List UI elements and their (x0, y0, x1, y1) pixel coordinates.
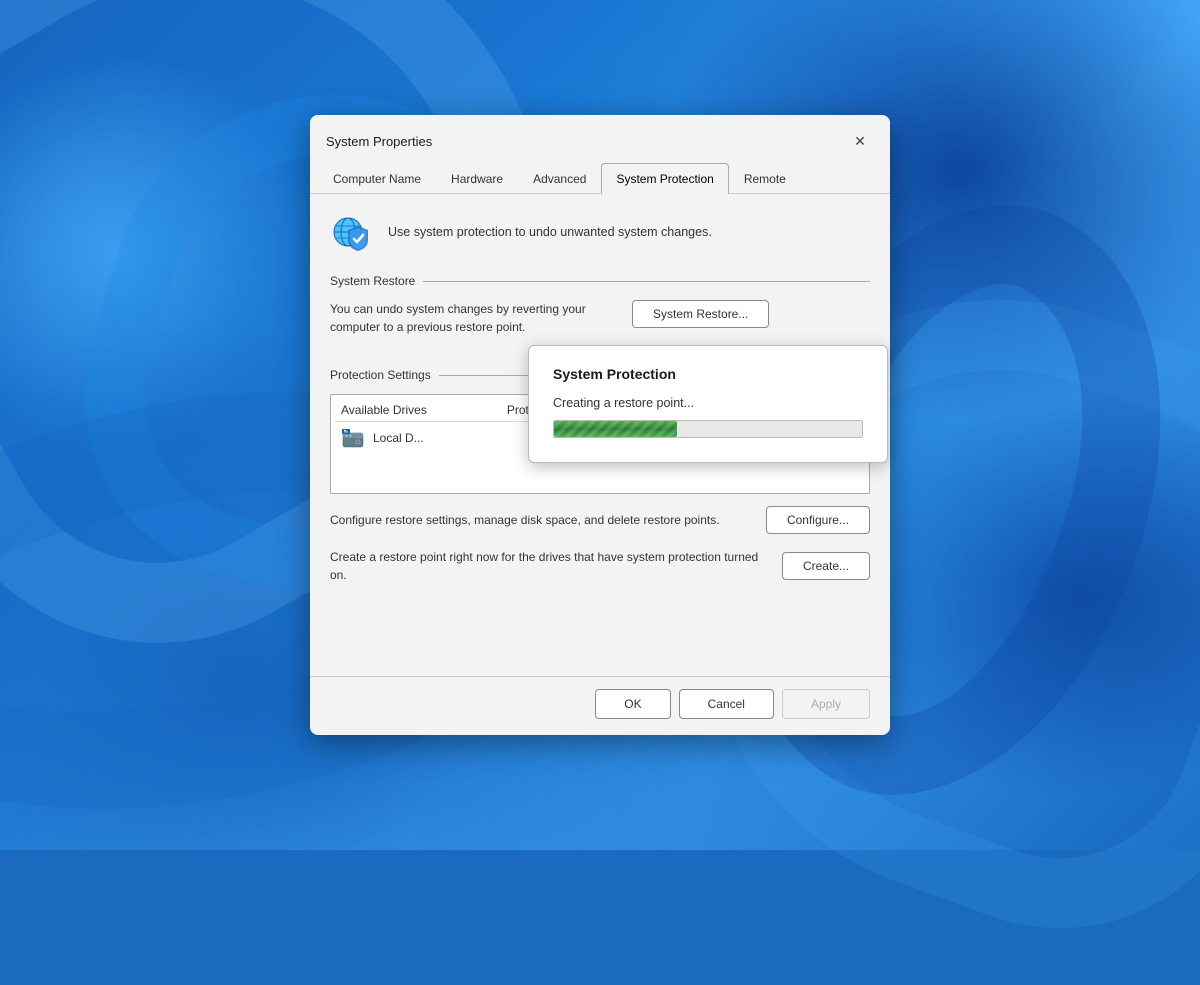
protection-settings-label: Protection Settings (330, 368, 431, 382)
progress-bar-fill (554, 421, 677, 437)
apply-button: Apply (782, 689, 870, 719)
progress-bar-container (553, 420, 863, 438)
restore-description: You can undo system changes by reverting… (330, 300, 620, 336)
system-restore-button[interactable]: System Restore... (632, 300, 769, 328)
configure-text: Configure restore settings, manage disk … (330, 511, 750, 529)
column-drives: Available Drives (341, 403, 427, 417)
progress-dialog-title: System Protection (553, 366, 863, 382)
dialog-titlebar: System Properties ✕ (310, 115, 890, 163)
ok-button[interactable]: OK (595, 689, 670, 719)
intro-text: Use system protection to undo unwanted s… (388, 223, 712, 242)
tab-remote[interactable]: Remote (729, 163, 801, 194)
tab-system-protection[interactable]: System Protection (601, 163, 728, 194)
close-button[interactable]: ✕ (846, 127, 874, 155)
create-text: Create a restore point right now for the… (330, 548, 766, 584)
dialog-footer: OK Cancel Apply (310, 676, 890, 735)
configure-button[interactable]: Configure... (766, 506, 870, 534)
restore-row: You can undo system changes by reverting… (330, 300, 870, 348)
tab-hardware[interactable]: Hardware (436, 163, 518, 194)
create-button[interactable]: Create... (782, 552, 870, 580)
progress-message: Creating a restore point... (553, 396, 863, 410)
system-properties-dialog: System Properties ✕ Computer Name Hardwa… (310, 115, 890, 735)
system-restore-label: System Restore (330, 274, 415, 288)
tab-advanced[interactable]: Advanced (518, 163, 601, 194)
tab-computer-name[interactable]: Computer Name (318, 163, 436, 194)
divider-line (423, 281, 870, 282)
cancel-button[interactable]: Cancel (679, 689, 774, 719)
system-restore-section: System Restore You can undo system chang… (330, 274, 870, 348)
progress-dialog: System Protection Creating a restore poi… (528, 345, 888, 463)
drive-icon (341, 426, 365, 450)
drive-name: Local D... (373, 431, 424, 445)
dialog-title: System Properties (326, 134, 432, 149)
intro-section: Use system protection to undo unwanted s… (330, 210, 870, 254)
system-protection-icon (330, 210, 374, 254)
create-row: Create a restore point right now for the… (330, 548, 870, 584)
configure-row: Configure restore settings, manage disk … (330, 506, 870, 534)
tabs-container: Computer Name Hardware Advanced System P… (310, 163, 890, 194)
system-restore-divider: System Restore (330, 274, 870, 288)
